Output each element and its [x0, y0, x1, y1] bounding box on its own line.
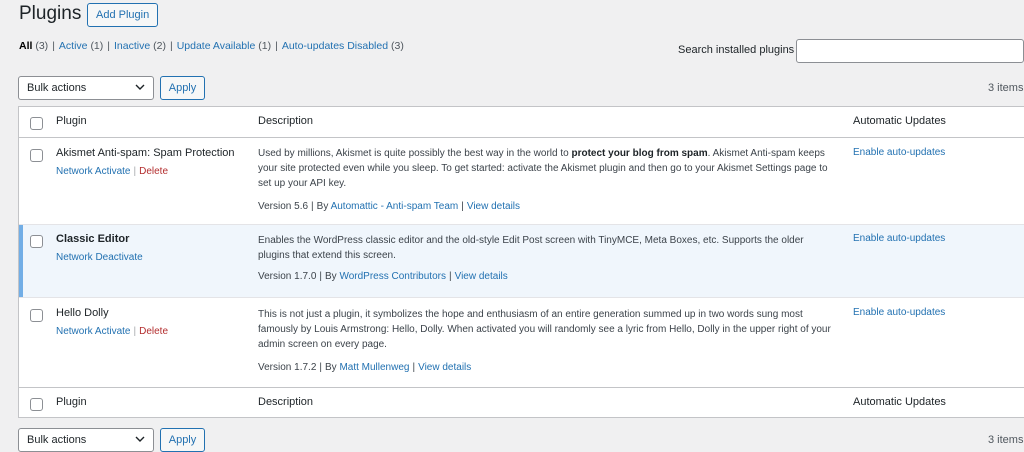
bulk-actions-select-top[interactable]: Bulk actions — [18, 76, 154, 100]
author-link[interactable]: Matt Mullenweg — [339, 362, 409, 373]
delete-link[interactable]: Delete — [139, 326, 168, 337]
enable-auto-updates-link[interactable]: Enable auto-updates — [853, 307, 945, 318]
apply-button-bottom[interactable]: Apply — [160, 428, 205, 452]
network-deactivate-link[interactable]: Network Deactivate — [56, 252, 143, 263]
bulk-actions-label: Bulk actions — [27, 434, 87, 446]
select-all-checkbox-footer[interactable] — [30, 398, 43, 411]
status-filters: All (3) | Active (1) | Inactive (2) | Update A… — [19, 40, 404, 52]
plugin-version-hello-dolly: Version 1.7.2 | By Matt Mullenweg | View det… — [258, 362, 472, 373]
plugin-name-hello-dolly: Hello Dolly — [56, 307, 109, 319]
row-actions-akismet: Network Activate | Delete — [56, 166, 168, 177]
column-automatic-updates-footer: Automatic Updates — [853, 396, 946, 408]
row-actions-hello-dolly: Network Activate | Delete — [56, 326, 168, 337]
filter-update-available[interactable]: Update Available (1) — [177, 40, 271, 52]
author-link[interactable]: WordPress Contributors — [339, 271, 446, 282]
network-activate-link[interactable]: Network Activate — [56, 326, 130, 337]
chevron-down-icon — [135, 84, 145, 90]
column-automatic-updates: Automatic Updates — [853, 115, 946, 127]
active-indicator — [19, 225, 23, 297]
row-actions-classic-editor: Network Deactivate — [56, 252, 143, 263]
enable-auto-updates-link[interactable]: Enable auto-updates — [853, 147, 945, 158]
chevron-down-icon — [135, 436, 145, 442]
filter-active[interactable]: Active (1) — [59, 40, 103, 52]
delete-link[interactable]: Delete — [139, 166, 168, 177]
plugin-checkbox-akismet[interactable] — [30, 149, 43, 162]
bulk-actions-select-bottom[interactable]: Bulk actions — [18, 428, 154, 452]
plugin-version-akismet: Version 5.6 | By Automattic - Anti-spam Te… — [258, 201, 521, 212]
enable-auto-updates-link[interactable]: Enable auto-updates — [853, 233, 945, 244]
items-count-top: 3 items — [988, 82, 1024, 94]
plugin-version-classic-editor: Version 1.7.0 | By WordPress Contributors |… — [258, 271, 508, 282]
add-plugin-button[interactable]: Add Plugin — [87, 3, 159, 27]
apply-button-top[interactable]: Apply — [160, 76, 205, 100]
bulk-actions-label: Bulk actions — [27, 82, 87, 94]
column-plugin: Plugin — [56, 115, 87, 127]
plugins-table: Plugin Description Automatic Updates Aki… — [18, 106, 1024, 418]
view-details-link[interactable]: View details — [418, 362, 471, 373]
search-label: Search installed plugins — [678, 44, 795, 56]
view-details-link[interactable]: View details — [467, 201, 520, 212]
network-activate-link[interactable]: Network Activate — [56, 166, 130, 177]
filter-all[interactable]: All (3) — [19, 40, 48, 52]
plugin-checkbox-hello-dolly[interactable] — [30, 309, 43, 322]
filter-inactive[interactable]: Inactive (2) — [114, 40, 166, 52]
column-description: Description — [258, 115, 314, 127]
plugin-description-classic-editor: Enables the WordPress classic editor and… — [258, 235, 804, 261]
plugin-description-hello-dolly: This is not just a plugin, it symbolizes… — [258, 309, 831, 350]
column-plugin-footer: Plugin — [56, 396, 87, 408]
plugin-checkbox-classic-editor[interactable] — [30, 235, 43, 248]
plugin-name-akismet: Akismet Anti-spam: Spam Protection — [56, 147, 235, 159]
plugin-description-akismet: Used by millions, Akismet is quite possi… — [258, 148, 828, 189]
page-title: Plugins — [19, 3, 82, 24]
items-count-bottom: 3 items — [988, 434, 1024, 446]
view-details-link[interactable]: View details — [455, 271, 508, 282]
author-link[interactable]: Automattic - Anti-spam Team — [331, 201, 459, 212]
search-plugins-input[interactable] — [796, 39, 1024, 63]
filter-auto-updates-disabled[interactable]: Auto-updates Disabled (3) — [282, 40, 404, 52]
select-all-checkbox[interactable] — [30, 117, 43, 130]
plugin-name-classic-editor: Classic Editor — [56, 233, 130, 245]
column-description-footer: Description — [258, 396, 314, 408]
